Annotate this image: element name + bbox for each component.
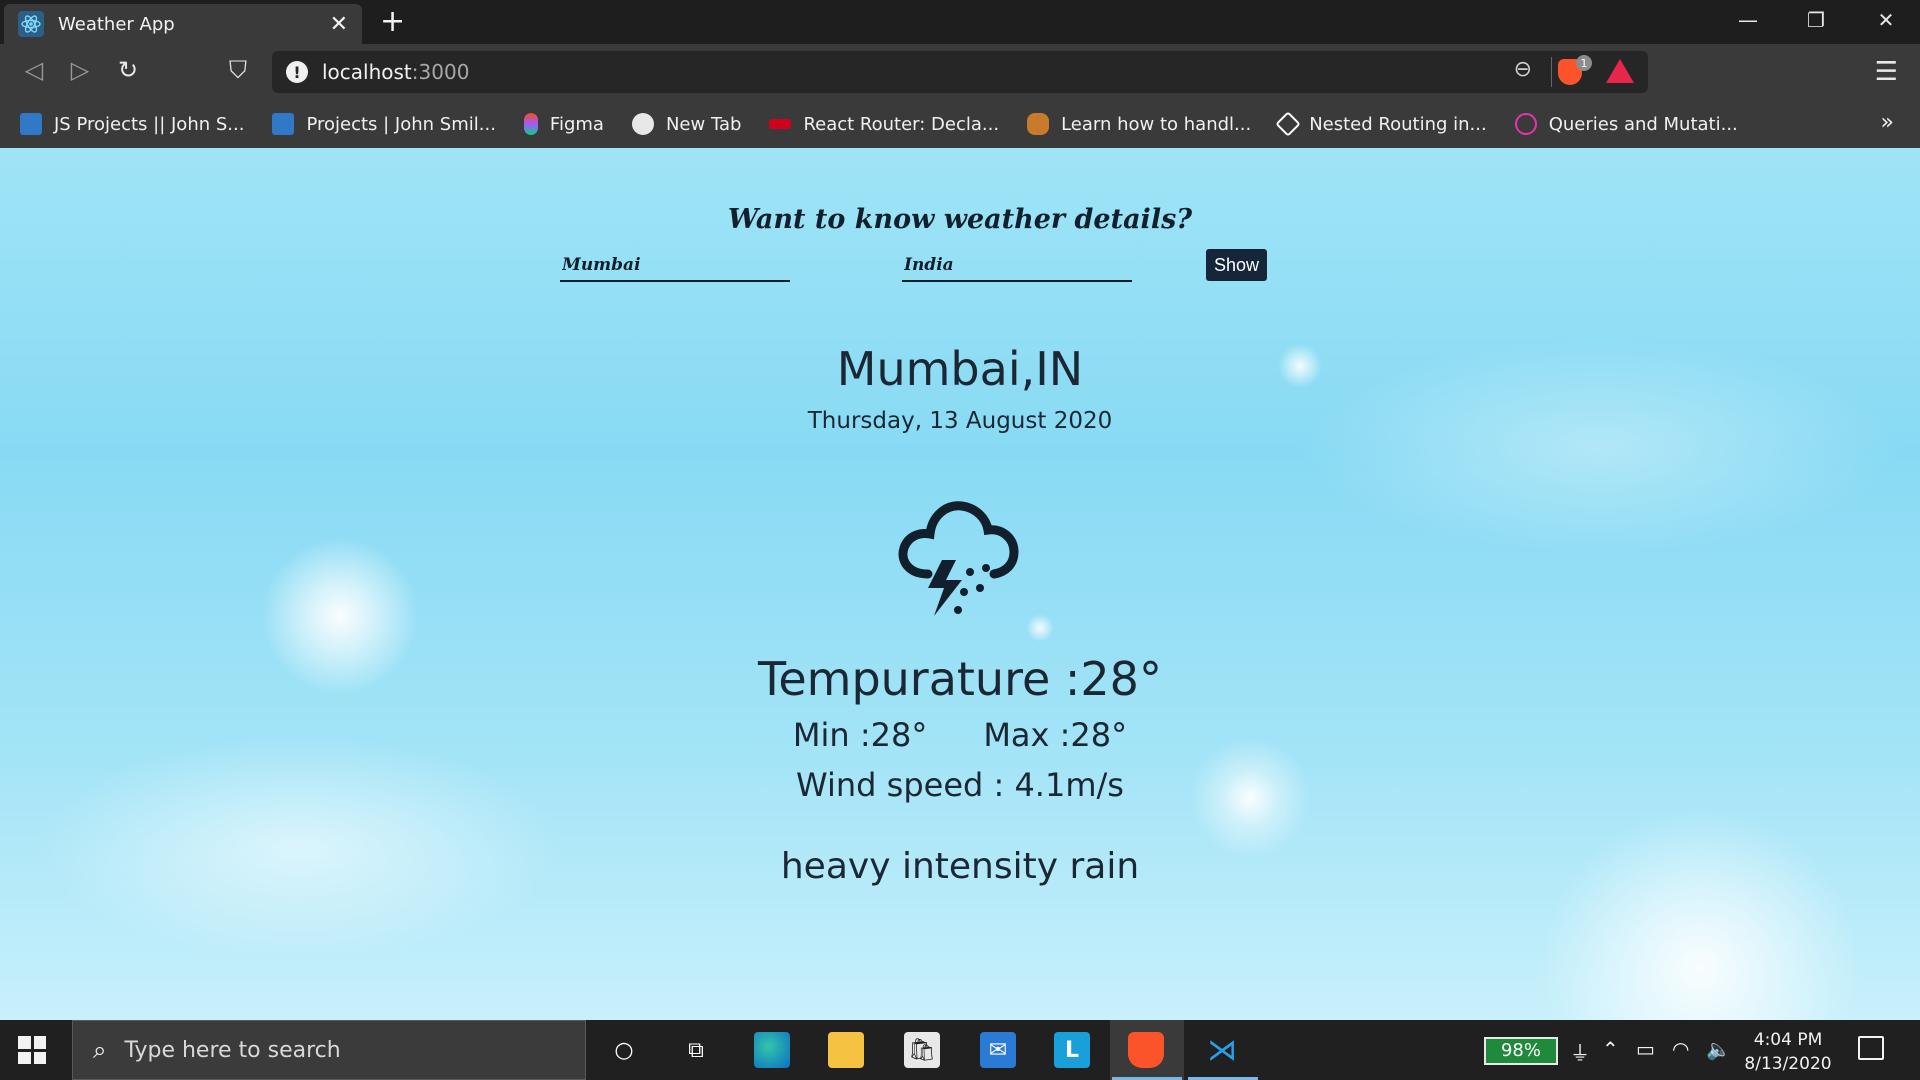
owl-icon <box>1027 113 1050 135</box>
search-icon: ⌕ <box>93 1036 107 1064</box>
cortana-icon[interactable]: ○ <box>606 1032 642 1068</box>
clock-time: 4:04 PM <box>1753 1030 1823 1050</box>
zoom-out-icon[interactable]: ⊖ <box>1514 57 1532 82</box>
shields-count-badge: 1 <box>1576 55 1592 71</box>
vscode-icon[interactable]: ⋊ <box>1204 1032 1240 1068</box>
min-temp: Min :28° <box>792 716 928 754</box>
menu-icon[interactable]: ☰ <box>1875 57 1898 87</box>
minimize-icon[interactable]: — <box>1728 8 1768 32</box>
date-text: Thursday, 13 August 2020 <box>807 408 1113 434</box>
edge-icon[interactable] <box>754 1032 790 1068</box>
battery-percent[interactable]: 98% <box>1484 1037 1558 1065</box>
wind-speed-text: Wind speed : 4.1m/s <box>796 766 1124 804</box>
close-tab-icon[interactable]: ✕ <box>330 12 348 37</box>
task-view-icon[interactable]: ⧉ <box>678 1032 714 1068</box>
page-heading: Want to know weather details? <box>727 204 1193 235</box>
url-host: localhost <box>322 60 412 84</box>
bookmark-icon[interactable]: ⛉ <box>222 56 254 84</box>
bookmark-item[interactable]: New Tab <box>631 113 741 135</box>
tab-title: Weather App <box>58 13 175 35</box>
react-router-icon <box>769 119 792 129</box>
restore-icon[interactable]: ❐ <box>1796 8 1836 32</box>
bookmark-item[interactable]: Nested Routing in... <box>1275 111 1487 137</box>
volume-icon[interactable]: 🔈 <box>1706 1037 1731 1061</box>
search-placeholder: Type here to search <box>124 1037 341 1063</box>
bookmark-item[interactable]: JS Projects || John S... <box>20 113 244 135</box>
bookmark-item[interactable]: Projects | John Smil... <box>272 113 496 135</box>
bookmark-item[interactable]: Figma <box>523 113 604 135</box>
bookmark-item[interactable]: Queries and Mutati... <box>1514 113 1738 135</box>
reload-icon[interactable]: ↻ <box>112 56 144 84</box>
launcher-l-icon[interactable]: L <box>1054 1032 1090 1068</box>
taskbar: ⌕ Type here to search ○ ⧉ 🛍 ✉ L ⋊ 98% ⏚ … <box>0 1020 1920 1080</box>
system-clock[interactable]: 4:04 PM 8/13/2020 <box>1740 1028 1836 1076</box>
more-bookmarks-icon[interactable]: » <box>1881 110 1894 135</box>
browser-toolbar: ◁ ▷ ↻ ⛉ ! localhost :3000 ⊖ 1 ☰ <box>0 44 1920 100</box>
back-icon[interactable]: ◁ <box>18 56 50 84</box>
min-max-row: Min :28° Max :28° <box>0 716 1920 754</box>
diamond-icon <box>1275 111 1301 137</box>
address-bar[interactable]: ! localhost :3000 ⊖ 1 <box>272 51 1648 93</box>
forward-icon[interactable]: ▷ <box>64 56 96 84</box>
file-explorer-icon[interactable] <box>828 1032 864 1068</box>
temperature-text: Tempurature :28° <box>758 652 1162 706</box>
weather-description: heavy intensity rain <box>780 846 1140 887</box>
clock-date: 8/13/2020 <box>1744 1054 1832 1074</box>
bookmark-item[interactable]: React Router: Decla... <box>769 114 999 135</box>
country-input[interactable] <box>902 250 1132 282</box>
thunderstorm-rain-icon <box>898 501 1019 616</box>
plug-icon: ⏚ <box>1570 1041 1590 1065</box>
weather-page: Want to know weather details? Show Mumba… <box>0 148 1920 1020</box>
show-button[interactable]: Show <box>1206 249 1267 281</box>
max-temp: Max :28° <box>983 716 1128 754</box>
chevron-up-icon[interactable]: ⌃ <box>1602 1037 1619 1061</box>
bookmarks-bar: JS Projects || John S... Projects | John… <box>0 100 1920 148</box>
wifi-icon[interactable]: ◠ <box>1672 1037 1689 1061</box>
taskbar-search[interactable]: ⌕ Type here to search <box>72 1020 586 1080</box>
url-port: :3000 <box>411 60 470 84</box>
site-info-icon[interactable]: ! <box>286 61 308 83</box>
mail-icon[interactable]: ✉ <box>980 1032 1016 1068</box>
close-window-icon[interactable]: ✕ <box>1866 8 1906 32</box>
city-input[interactable] <box>560 250 790 282</box>
vue-icon <box>272 113 295 135</box>
brave-rewards-icon[interactable] <box>1606 59 1634 83</box>
location-title: Mumbai,IN <box>836 342 1084 396</box>
store-icon[interactable]: 🛍 <box>904 1032 940 1068</box>
battery-icon[interactable]: ▭ <box>1636 1037 1655 1061</box>
notification-icon[interactable] <box>1858 1036 1884 1060</box>
figma-icon <box>523 113 538 135</box>
divider <box>1551 57 1552 87</box>
bookmark-item[interactable]: Learn how to handl... <box>1027 113 1251 135</box>
new-tab-icon[interactable]: + <box>380 6 405 38</box>
tab-weather-app[interactable]: Weather App ✕ <box>4 4 362 44</box>
browser-titlebar: Weather App ✕ + — ❐ ✕ <box>0 0 1920 44</box>
brave-icon[interactable] <box>1128 1032 1164 1068</box>
react-icon <box>18 11 44 37</box>
graphql-icon <box>1514 113 1537 135</box>
windows-start-icon[interactable] <box>18 1036 46 1064</box>
vue-icon <box>20 113 42 135</box>
globe-icon <box>631 113 654 135</box>
